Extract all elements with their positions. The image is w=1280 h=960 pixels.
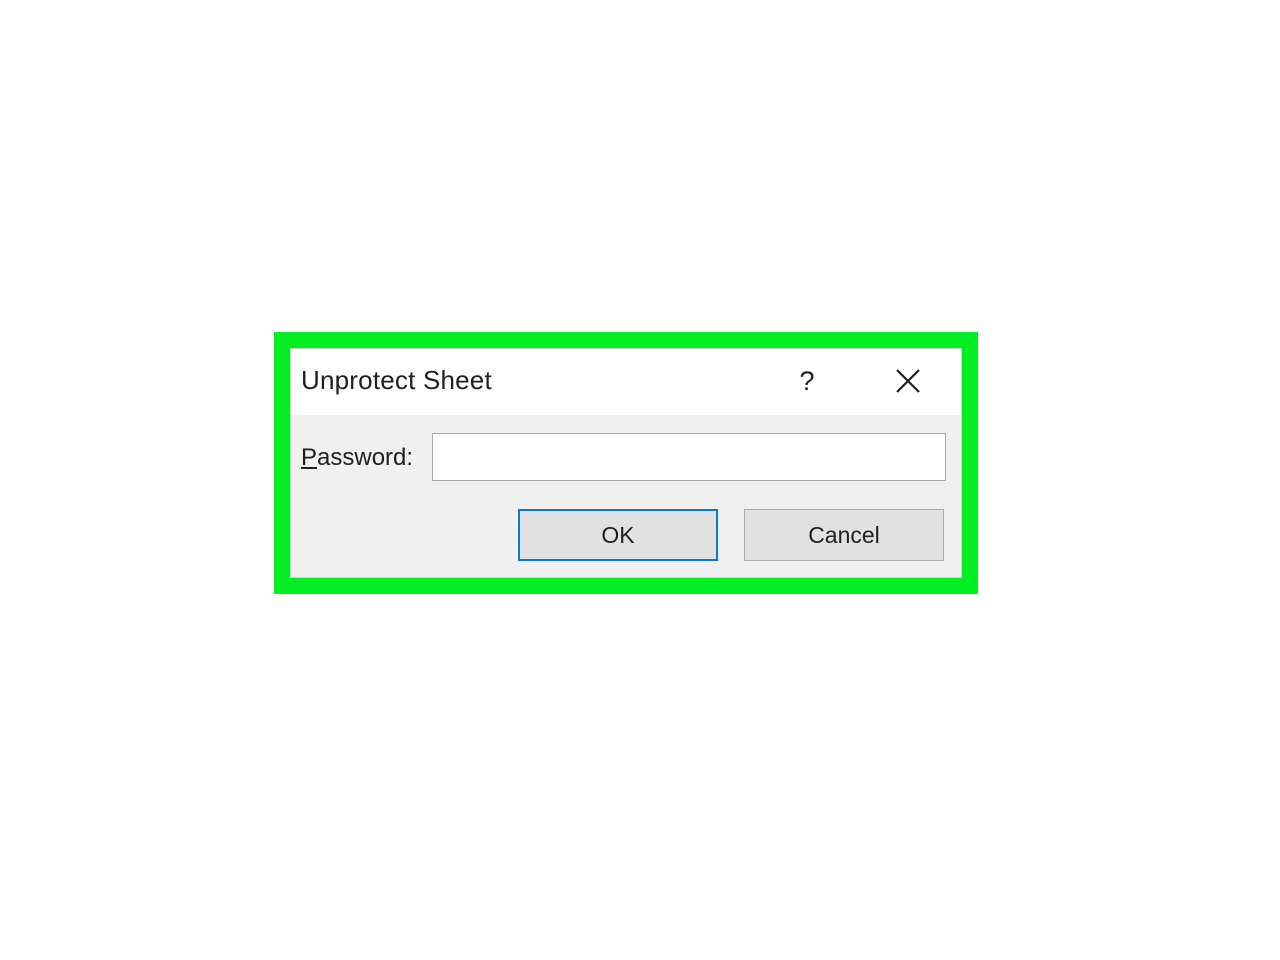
close-icon: [887, 363, 929, 401]
cancel-button[interactable]: Cancel: [744, 509, 944, 561]
dialog-titlebar: Unprotect Sheet ?: [291, 349, 961, 415]
password-input[interactable]: [432, 433, 946, 481]
help-button[interactable]: ?: [787, 361, 827, 401]
password-label: Password:: [301, 444, 413, 472]
ok-button[interactable]: OK: [518, 509, 718, 561]
unprotect-sheet-dialog: Unprotect Sheet ? Password: OK Cancel: [290, 348, 962, 578]
password-label-mnemonic: P: [301, 444, 318, 471]
page: Unprotect Sheet ? Password: OK Cancel: [0, 0, 1280, 960]
password-label-text: assword:: [317, 444, 414, 471]
close-button[interactable]: [887, 363, 929, 401]
dialog-title: Unprotect Sheet: [301, 365, 492, 395]
